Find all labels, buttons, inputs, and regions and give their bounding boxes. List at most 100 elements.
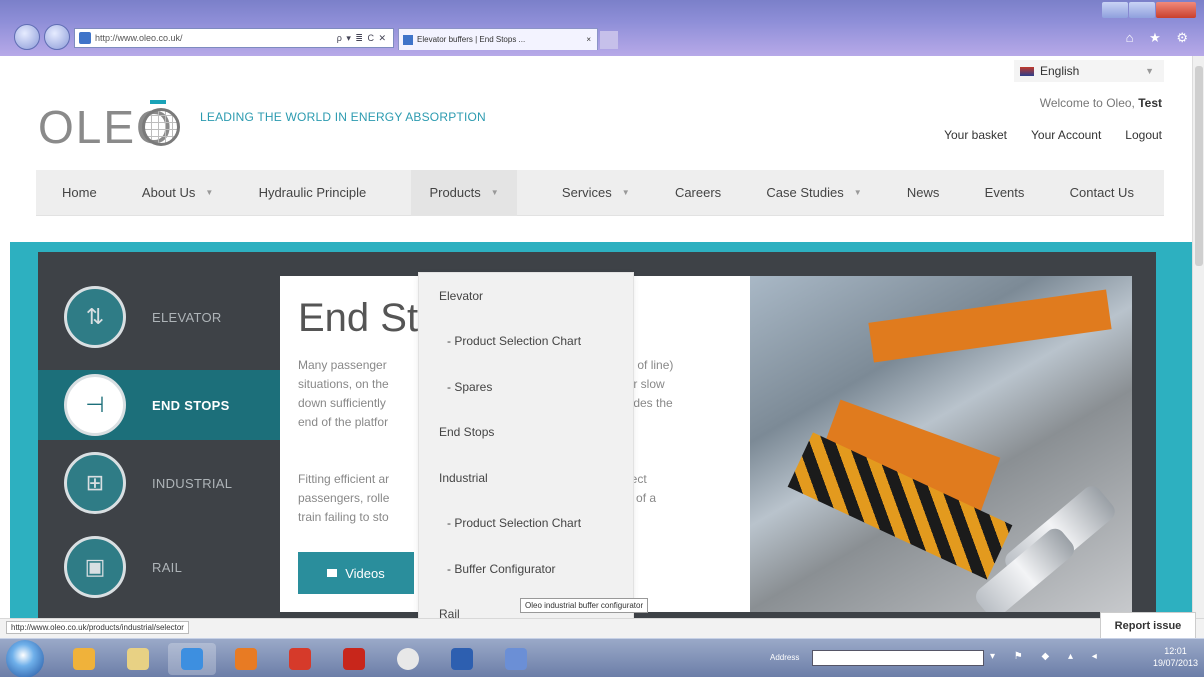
nav-careers[interactable]: Careers [675, 185, 721, 200]
chevron-down-icon: ▼ [490, 188, 499, 197]
sidebar-item-elevator[interactable]: ⇅ ELEVATOR [38, 282, 282, 352]
taskbar-address-input[interactable] [812, 650, 984, 666]
sidebar-label: END STOPS [152, 397, 230, 413]
oleo-logo[interactable]: OLEO [38, 100, 180, 191]
menu-item-elevator-selection-chart[interactable]: - Product Selection Chart [419, 319, 633, 365]
menu-item-industrial[interactable]: Industrial [419, 455, 633, 501]
text-line: situations, on the [298, 377, 389, 391]
sidebar-label: ELEVATOR [152, 309, 222, 325]
videos-button-label: Videos [345, 565, 385, 581]
pin-icon [289, 648, 311, 670]
video-camera-icon [327, 569, 338, 577]
forward-button[interactable] [44, 24, 70, 50]
tooltip: Oleo industrial buffer configurator [520, 598, 649, 613]
window-controls [1101, 2, 1196, 18]
language-select[interactable]: English ▼ [1014, 60, 1164, 82]
minimize-button[interactable] [1102, 2, 1128, 18]
videos-button[interactable]: Videos [298, 552, 414, 594]
browser-tab[interactable]: Elevator buffers | End Stops ... × [398, 28, 598, 50]
crane-icon: ⊞ [64, 452, 126, 514]
tab-title: Elevator buffers | End Stops ... [417, 35, 526, 44]
tab-close-icon[interactable]: × [586, 35, 591, 44]
taskbar-app[interactable] [222, 643, 270, 675]
ie-icon [181, 648, 203, 670]
taskbar-app[interactable] [60, 643, 108, 675]
sidebar-label: INDUSTRIAL [152, 475, 233, 491]
menu-item-industrial-selection-chart[interactable]: - Product Selection Chart [419, 501, 633, 547]
menu-item-elevator[interactable]: Elevator [419, 273, 633, 319]
nav-events[interactable]: Events [985, 185, 1025, 200]
train-icon: ▣ [64, 536, 126, 598]
nav-news-label: News [906, 185, 940, 200]
address-bar[interactable]: http://www.oleo.co.uk/ ρ ▾ ≣ C ✕ [74, 28, 394, 48]
nav-services[interactable]: Services ▼ [562, 185, 630, 200]
globe-icon [142, 108, 180, 146]
close-window-button[interactable] [1156, 2, 1196, 18]
basket-link[interactable]: Your basket [944, 128, 1007, 142]
nav-products[interactable]: Products ▼ [411, 169, 517, 216]
clock-date: 19/07/2013 [1152, 658, 1198, 668]
new-tab-button[interactable] [600, 31, 618, 49]
window-icon [505, 648, 527, 670]
vertical-scrollbar[interactable] [1192, 56, 1204, 618]
status-bar: http://www.oleo.co.uk/products/industria… [0, 618, 1204, 638]
taskbar-app[interactable] [492, 643, 540, 675]
taskbar-app[interactable] [438, 643, 486, 675]
content-card: End Stops Many passenger situations, on … [280, 276, 1132, 612]
nav-events-label: Events [984, 185, 1025, 200]
system-tray-icons[interactable]: ▾ ⚑ ◆ ▴ ◂ [990, 651, 1105, 662]
nav-home-label: Home [62, 185, 97, 200]
nav-home[interactable]: Home [62, 185, 97, 200]
taskbar-app[interactable] [168, 643, 216, 675]
sidebar-item-industrial[interactable]: ⊞ INDUSTRIAL [38, 448, 282, 518]
text-line: passengers, rolle [298, 491, 390, 505]
account-link[interactable]: Your Account [1031, 128, 1101, 142]
nav-products-label: Products [429, 185, 481, 200]
products-dropdown: Elevator - Product Selection Chart - Spa… [418, 272, 634, 618]
nav-case-studies[interactable]: Case Studies ▼ [766, 185, 861, 200]
report-issue-button[interactable]: Report issue [1100, 612, 1196, 640]
nav-news[interactable]: News [907, 185, 940, 200]
text-line: Many passenger [298, 358, 387, 372]
pdf-icon [343, 648, 365, 670]
welcome-user: Test [1138, 96, 1162, 110]
taskbar-app[interactable] [276, 643, 324, 675]
home-favorites-tools-icons[interactable]: ⌂ ★ ⚙ [1126, 30, 1194, 46]
sidebar-item-end-stops[interactable]: ⊣ END STOPS [38, 370, 282, 440]
ie-page-icon [79, 32, 91, 44]
taskbar-app[interactable] [114, 643, 162, 675]
app-icon [451, 648, 473, 670]
chevron-down-icon: ▼ [621, 188, 630, 197]
clock-time: 12:01 [1164, 646, 1187, 656]
chevron-down-icon: ▼ [205, 188, 214, 197]
maximize-button[interactable] [1129, 2, 1155, 18]
menu-item-buffer-configurator[interactable]: - Buffer Configurator [419, 546, 633, 592]
logout-link[interactable]: Logout [1125, 128, 1162, 142]
language-label: English [1040, 64, 1080, 78]
menu-item-end-stops[interactable]: End Stops [419, 410, 633, 456]
nav-contact-us[interactable]: Contact Us [1070, 185, 1134, 200]
uk-flag-icon [1020, 66, 1034, 76]
taskbar-app[interactable] [330, 643, 378, 675]
back-button[interactable] [14, 24, 40, 50]
text-line: train failing to sto [298, 510, 389, 524]
nav-hydraulic-principle[interactable]: Hydraulic Principle [259, 185, 367, 200]
browser-chrome: http://www.oleo.co.uk/ ρ ▾ ≣ C ✕ Elevato… [0, 0, 1204, 56]
menu-item-spares[interactable]: - Spares [419, 364, 633, 410]
scrollbar-thumb[interactable] [1195, 66, 1203, 266]
nav-case-studies-label: Case Studies [766, 185, 844, 200]
welcome-prefix: Welcome to Oleo, [1039, 96, 1139, 110]
address-tools[interactable]: ρ ▾ ≣ C ✕ [337, 33, 387, 44]
chevron-down-icon: ▼ [1145, 66, 1154, 76]
nav-about-us[interactable]: About Us ▼ [142, 185, 213, 200]
chevron-down-icon: ▼ [853, 188, 862, 197]
sidebar-item-rail[interactable]: ▣ RAIL [38, 532, 282, 602]
sidebar-label: RAIL [152, 559, 183, 575]
clock[interactable]: 12:01 19/07/2013 [1153, 645, 1198, 669]
taskbar-app[interactable] [384, 643, 432, 675]
nav-services-label: Services [561, 185, 612, 200]
nav-hydraulic-label: Hydraulic Principle [258, 185, 367, 200]
text-line: down sufficiently [298, 396, 386, 410]
taskbar-address-label: Address [770, 653, 800, 662]
start-button[interactable] [6, 640, 44, 677]
